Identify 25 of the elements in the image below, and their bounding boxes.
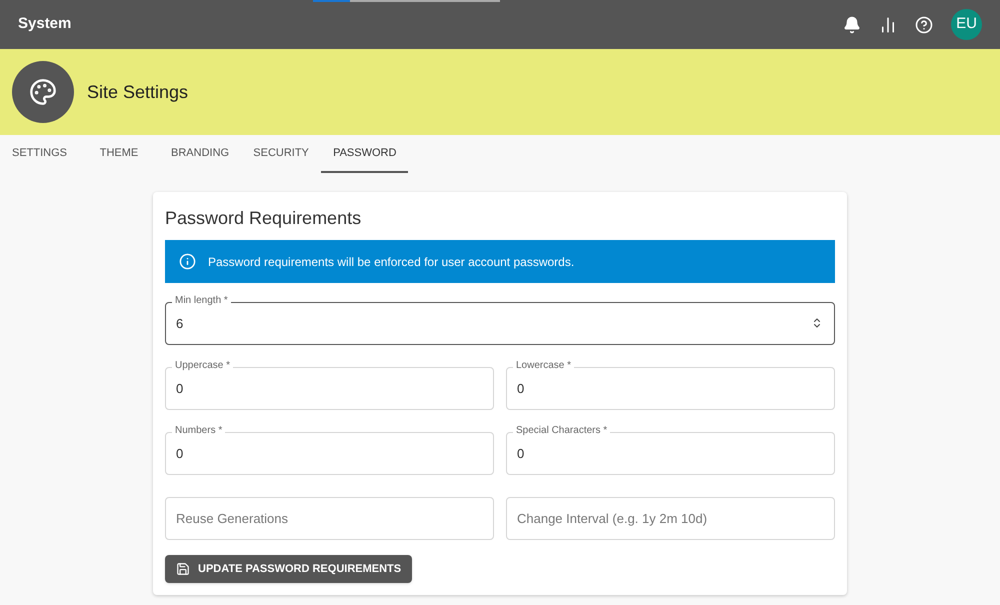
alert-text: Password requirements will be enforced for user account passwords. xyxy=(208,254,574,270)
tab[interactable]: SETTINGS xyxy=(0,135,80,173)
card-title: Password Requirements xyxy=(165,207,362,230)
tab[interactable]: PASSWORD xyxy=(321,135,408,173)
palette-icon xyxy=(29,78,57,106)
tab[interactable]: SECURITY xyxy=(241,135,322,173)
field-label: Min length * xyxy=(172,294,231,308)
notifications-icon[interactable] xyxy=(843,16,861,34)
save-icon xyxy=(176,562,190,576)
input-field[interactable]: Change Interval (e.g. 1y 2m 10d) xyxy=(506,497,835,540)
app-title: System xyxy=(18,14,72,34)
input-field[interactable]: 0 xyxy=(506,367,835,410)
info-icon xyxy=(179,253,196,270)
update-button[interactable]: UPDATE PASSWORD REQUIREMENTS xyxy=(165,555,412,583)
page-title: Site Settings xyxy=(87,80,188,104)
help-icon[interactable] xyxy=(915,16,933,34)
spinner-icon[interactable] xyxy=(811,317,823,329)
field-label: Special Characters * xyxy=(513,424,610,438)
chart-icon[interactable] xyxy=(879,16,897,34)
input-field[interactable]: 0 xyxy=(165,432,494,475)
tab[interactable]: THEME xyxy=(79,135,160,173)
user-avatar[interactable]: EU xyxy=(951,9,982,40)
tab[interactable]: BRANDING xyxy=(159,135,242,173)
field-label: Uppercase * xyxy=(172,359,234,373)
input-field[interactable]: Reuse Generations xyxy=(165,497,494,540)
